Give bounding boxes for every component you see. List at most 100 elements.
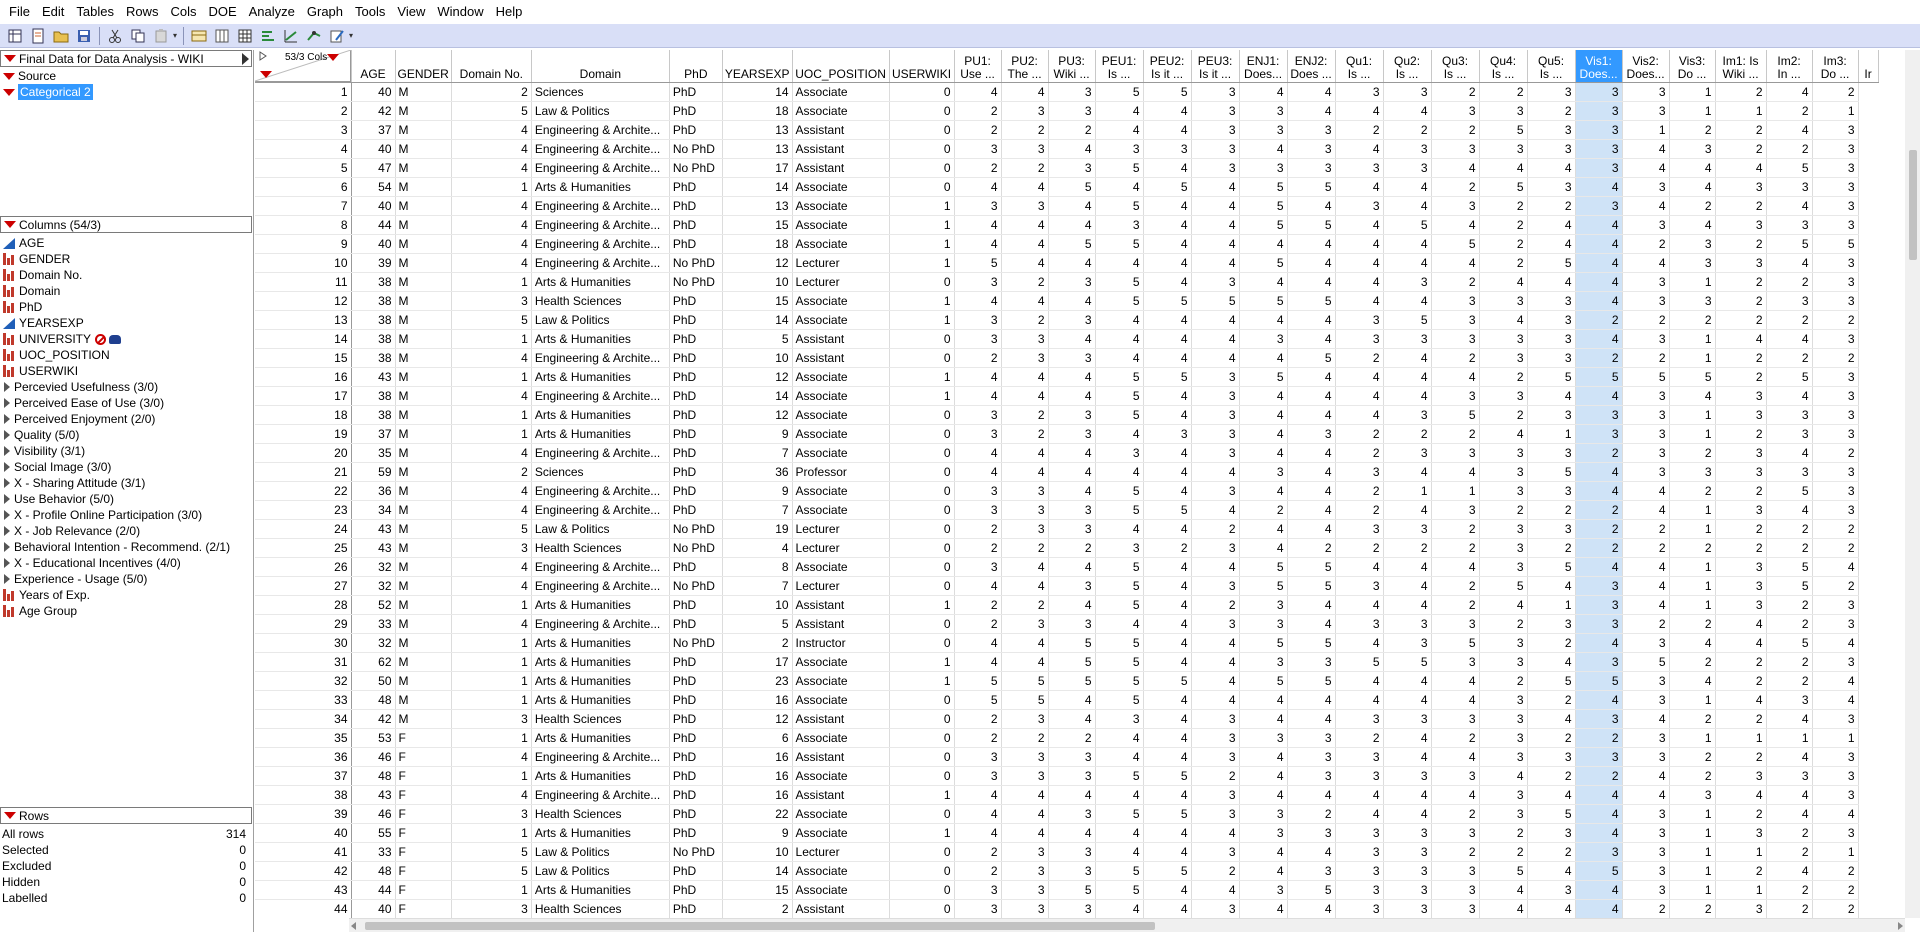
table-cell[interactable]: 4 xyxy=(1479,158,1528,178)
table-cell[interactable]: 5 xyxy=(1095,82,1144,102)
table-cell[interactable]: 2 xyxy=(1479,82,1528,102)
table-cell[interactable]: 3 xyxy=(1575,747,1623,767)
table-cell[interactable]: 3 xyxy=(1239,880,1288,900)
table-cell[interactable]: 2 xyxy=(954,158,1002,178)
table-cell[interactable]: Arts & Humanities xyxy=(531,823,670,843)
table-cell[interactable]: 3 xyxy=(1622,633,1670,653)
table-cell[interactable]: 12 xyxy=(722,709,793,729)
column-list-item[interactable]: X - Sharing Attitude (3/1) xyxy=(0,475,252,491)
table-cell[interactable]: Associate xyxy=(792,728,890,748)
table-cell[interactable]: 3 xyxy=(1048,804,1096,824)
table-cell[interactable]: 2 xyxy=(1431,272,1480,292)
table-cell[interactable]: 4 xyxy=(1191,500,1240,520)
table-cell[interactable]: 3 xyxy=(1383,82,1432,102)
table-cell[interactable]: 5 xyxy=(1575,367,1623,387)
table-cell[interactable]: 2 xyxy=(1479,215,1528,235)
table-cell[interactable]: 14 xyxy=(722,386,793,406)
table-cell[interactable]: Associate xyxy=(792,861,890,881)
table-cell[interactable]: 5 xyxy=(1287,633,1336,653)
table-cell[interactable]: 2 xyxy=(1766,842,1813,862)
save-icon[interactable] xyxy=(73,26,95,46)
table-cell[interactable]: 4 xyxy=(1287,329,1336,349)
table-cell[interactable]: 4 xyxy=(1191,557,1240,577)
table-cell[interactable]: 5 xyxy=(451,519,532,539)
table-cell[interactable]: 4 xyxy=(1431,557,1480,577)
table-cell[interactable]: Lecturer xyxy=(792,576,890,596)
vertical-scrollbar[interactable] xyxy=(1905,50,1920,918)
table-cell[interactable]: F xyxy=(395,899,452,918)
copy-icon[interactable] xyxy=(127,26,149,46)
table-cell[interactable]: 42 xyxy=(351,101,396,121)
table-cell[interactable]: 4 xyxy=(1527,861,1576,881)
table-cell[interactable]: 5 xyxy=(1812,234,1859,254)
table-cell[interactable]: Arts & Humanities xyxy=(531,367,670,387)
table-row[interactable]: 23 34 M 4 Engineering & Archite... PhD 7 Associ… xyxy=(255,500,1878,520)
table-cell[interactable]: Associate xyxy=(792,652,890,672)
table-cell[interactable]: 3 xyxy=(1239,462,1288,482)
table-cell[interactable]: 0 xyxy=(889,120,955,140)
table-cell[interactable]: No PhD xyxy=(669,633,723,653)
table-cell[interactable]: 4 xyxy=(1191,234,1240,254)
table-cell[interactable]: 4 xyxy=(1287,462,1336,482)
column-list-item[interactable]: Visibility (3/1) xyxy=(0,443,252,459)
table-cell[interactable]: 2 xyxy=(1622,614,1670,634)
table-cell[interactable]: 4 xyxy=(1715,690,1767,710)
table-cell[interactable]: 4 xyxy=(1335,139,1384,159)
table-cell[interactable]: 3 xyxy=(1001,348,1049,368)
table-cell[interactable]: 1 xyxy=(1669,595,1716,615)
table-cell[interactable]: 4 xyxy=(1527,234,1576,254)
table-cell[interactable]: 4 xyxy=(1001,386,1049,406)
table-cell[interactable]: 2 xyxy=(1669,899,1716,918)
table-cell[interactable]: 5 xyxy=(1143,82,1192,102)
table-cell[interactable]: 38 xyxy=(351,348,396,368)
table-cell[interactable]: 3 xyxy=(1048,500,1096,520)
table-cell[interactable]: 1 xyxy=(1669,842,1716,862)
table-cell[interactable]: 5 xyxy=(1095,386,1144,406)
table-cell[interactable]: 4 xyxy=(1143,880,1192,900)
table-cell[interactable]: 3 xyxy=(1622,386,1670,406)
table-cell[interactable]: 4 xyxy=(1575,880,1623,900)
table-cell[interactable]: 5 xyxy=(1287,576,1336,596)
table-cell[interactable]: 44 xyxy=(351,880,396,900)
table-cell[interactable]: 2 xyxy=(1575,348,1623,368)
table-cell[interactable]: Associate xyxy=(792,367,890,387)
table-cell[interactable]: 4 xyxy=(1001,804,1049,824)
table-cell[interactable]: 4 xyxy=(1239,899,1288,918)
table-cell[interactable]: 3 xyxy=(1335,880,1384,900)
table-cell[interactable]: 34 xyxy=(351,500,396,520)
table-cell[interactable]: 40 xyxy=(351,899,396,918)
table-cell[interactable]: 3 xyxy=(1383,139,1432,159)
table-cell[interactable]: 3 xyxy=(1335,766,1384,786)
table-cell[interactable]: 4 xyxy=(1431,253,1480,273)
table-cell[interactable]: 3 xyxy=(1622,823,1670,843)
table-cell[interactable]: Arts & Humanities xyxy=(531,595,670,615)
expand-group-icon[interactable] xyxy=(4,574,10,584)
table-cell[interactable]: 4 xyxy=(1622,253,1670,273)
table-cell[interactable]: 3 xyxy=(1001,747,1049,767)
table-cell[interactable]: 1 xyxy=(1766,728,1813,748)
table-cell[interactable]: 2 xyxy=(1479,823,1528,843)
table-cell[interactable]: 4 xyxy=(1622,576,1670,596)
table-cell[interactable]: PhD xyxy=(669,728,723,748)
table-cell[interactable]: 1 xyxy=(1669,329,1716,349)
table-cell[interactable]: 4 xyxy=(1383,386,1432,406)
table-cell[interactable]: 2 xyxy=(1527,196,1576,216)
row-number[interactable]: 44 xyxy=(255,899,352,918)
table-cell[interactable]: 19 xyxy=(722,519,793,539)
table-cell[interactable]: 4 xyxy=(1715,158,1767,178)
table-cell[interactable]: 5 xyxy=(1095,272,1144,292)
table-cell[interactable]: 4 xyxy=(1095,519,1144,539)
table-cell[interactable]: 3 xyxy=(1622,291,1670,311)
table-cell[interactable]: 4 xyxy=(954,462,1002,482)
table-cell[interactable]: 5 xyxy=(1766,481,1813,501)
table-cell[interactable]: 3 xyxy=(1335,329,1384,349)
table-cell[interactable]: 4 xyxy=(1143,405,1192,425)
table-cell[interactable]: 1 xyxy=(889,253,955,273)
table-cell[interactable]: Arts & Humanities xyxy=(531,880,670,900)
table-cell[interactable]: 2 xyxy=(1812,880,1859,900)
column-header[interactable]: YEARSEXP xyxy=(722,50,793,83)
table-cell[interactable]: 4 xyxy=(954,652,1002,672)
row-number[interactable]: 10 xyxy=(255,253,352,273)
table-cell[interactable]: 4 xyxy=(1766,785,1813,805)
table-cell[interactable]: M xyxy=(395,443,452,463)
